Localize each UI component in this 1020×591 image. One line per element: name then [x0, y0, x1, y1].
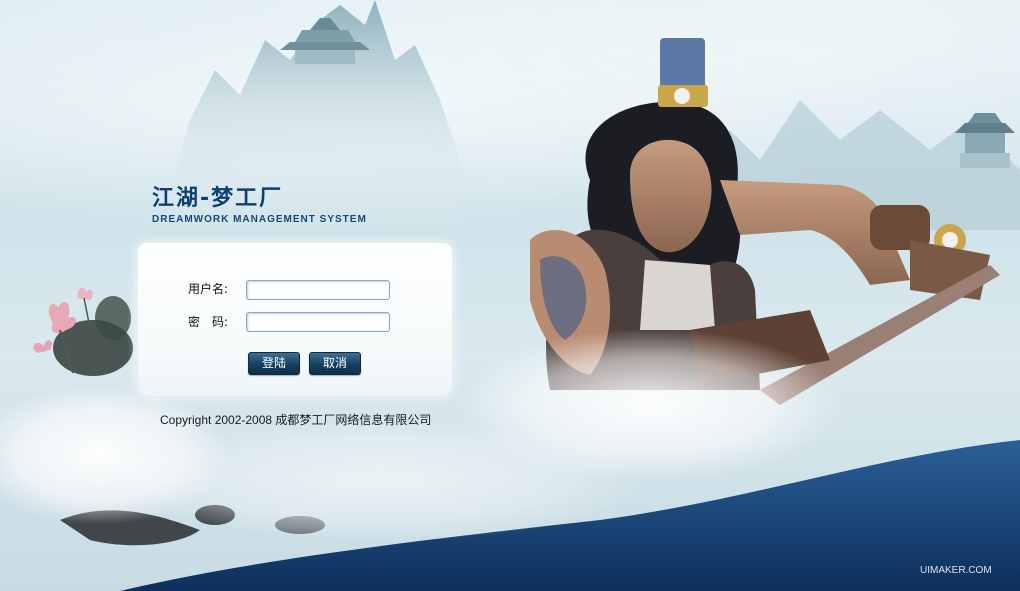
mist-cloud — [460, 330, 840, 480]
mountain-temple-illustration — [170, 0, 470, 190]
username-label: 用户名: — [188, 282, 229, 296]
watermark-text: UIMAKER.COM — [920, 565, 992, 576]
logo-title-en: DREAMWORK MANAGEMENT SYSTEM — [152, 214, 367, 225]
password-label: 密 码: — [188, 315, 229, 329]
login-panel: 用户名: 密 码: 登陆 取消 — [137, 242, 453, 397]
username-input[interactable] — [246, 280, 390, 300]
login-button[interactable]: 登陆 — [248, 352, 300, 375]
logo-title-cn: 江湖-梦工厂 — [152, 186, 284, 211]
login-page: 江湖-梦工厂 DREAMWORK MANAGEMENT SYSTEM 用户名: … — [0, 0, 1020, 591]
lotus-flower-illustration — [33, 287, 133, 376]
copyright-text: Copyright 2002-2008 成都梦工厂网络信息有限公司 — [160, 413, 432, 427]
cancel-button[interactable]: 取消 — [309, 352, 361, 375]
password-input[interactable] — [246, 312, 390, 332]
mist-cloud — [0, 385, 230, 525]
